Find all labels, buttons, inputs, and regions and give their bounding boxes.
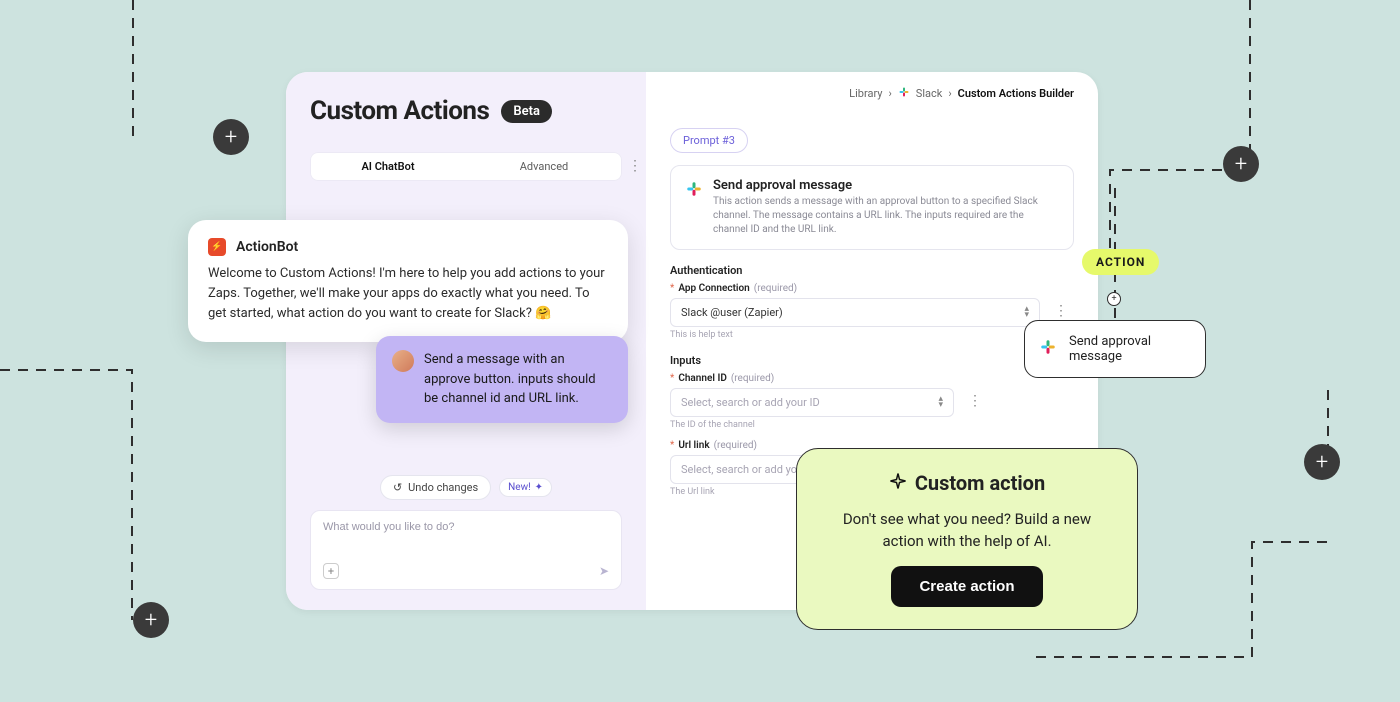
composer: + ➤ (310, 510, 622, 590)
breadcrumb: Library › Slack › Custom Actions Builder (849, 86, 1074, 101)
channel-id-select[interactable]: Select, search or add your ID ▴▾ (670, 388, 954, 417)
prompt-chip[interactable]: Prompt #3 (670, 128, 748, 153)
action-pill: ACTION (1082, 249, 1159, 275)
action-card: Send approval message This action sends … (670, 165, 1074, 250)
plus-dot-icon: + (1223, 146, 1259, 182)
undo-icon: ↺ (393, 481, 402, 494)
user-message-bubble: Send a message with an approve button. i… (376, 336, 628, 423)
action-title: Send approval message (713, 178, 1059, 193)
new-label: New! (508, 482, 531, 493)
channel-id-help: The ID of the channel (670, 420, 1074, 430)
bot-message-text: Welcome to Custom Actions! I'm here to h… (208, 264, 608, 324)
user-message-text: Send a message with an approve button. i… (424, 350, 612, 409)
undo-changes-button[interactable]: ↺ Undo changes (380, 475, 491, 500)
tab-advanced[interactable]: Advanced (466, 152, 622, 181)
required-asterisk: * (670, 373, 674, 384)
tab-ai-chatbot[interactable]: AI ChatBot (310, 152, 466, 181)
new-chip[interactable]: New! ✦ (499, 478, 552, 497)
crumb-library[interactable]: Library (849, 87, 882, 100)
flow-node-label: Send approval message (1069, 334, 1191, 364)
tabbar-more-icon[interactable]: ⋮ (628, 158, 642, 174)
url-link-label: Url link (678, 440, 709, 451)
crumb-builder: Custom Actions Builder (958, 87, 1074, 100)
bot-message-bubble: ⚡ ActionBot Welcome to Custom Actions! I… (188, 220, 628, 342)
bot-name: ActionBot (236, 239, 298, 255)
app-connection-value: Slack @user (Zapier) (681, 306, 783, 319)
composer-add-button[interactable]: + (323, 563, 339, 579)
flow-node[interactable]: Send approval message (1024, 320, 1206, 378)
required-tag: (required) (754, 283, 797, 294)
channel-id-placeholder: Select, search or add your ID (681, 396, 820, 409)
sparkle-icon (889, 471, 907, 495)
authentication-heading: Authentication (670, 264, 1074, 277)
custom-action-promo: Custom action Don't see what you need? B… (796, 448, 1138, 630)
inputs-heading: Inputs (670, 354, 1074, 367)
app-connection-select[interactable]: Slack @user (Zapier) ▴▾ (670, 298, 1040, 327)
promo-description: Don't see what you need? Build a new act… (821, 509, 1113, 553)
sparkle-icon: ✦ (535, 482, 543, 493)
plus-dot-icon: + (133, 602, 169, 638)
chevron-updown-icon: ▴▾ (1024, 307, 1029, 318)
channel-id-label: Channel ID (678, 373, 727, 384)
required-asterisk: * (670, 440, 674, 451)
user-avatar (392, 350, 414, 372)
app-connection-label: App Connection (678, 283, 749, 294)
plus-dot-icon: + (213, 119, 249, 155)
required-tag: (required) (714, 440, 757, 451)
plus-dot-icon: + (1304, 444, 1340, 480)
slack-icon (1039, 338, 1057, 360)
app-connection-help: This is help text (670, 330, 1074, 340)
actionbot-icon: ⚡ (208, 238, 226, 256)
flow-add-icon[interactable]: + (1107, 292, 1121, 306)
promo-title: Custom action (915, 471, 1045, 495)
composer-send-button[interactable]: ➤ (599, 564, 609, 578)
composer-input[interactable] (323, 521, 609, 533)
required-tag: (required) (731, 373, 774, 384)
beta-badge: Beta (501, 100, 552, 123)
slack-icon (685, 180, 703, 198)
channel-id-more-button[interactable]: ⋮ (962, 388, 988, 414)
tabbar: AI ChatBot Advanced ⋮ (310, 152, 622, 181)
slack-mini-icon (898, 86, 910, 101)
undo-label: Undo changes (408, 481, 478, 494)
chevron-updown-icon: ▴▾ (938, 397, 943, 408)
page-title: Custom Actions (310, 96, 489, 126)
crumb-slack[interactable]: Slack (916, 87, 943, 100)
action-description: This action sends a message with an appr… (713, 195, 1059, 237)
required-asterisk: * (670, 283, 674, 294)
create-action-button[interactable]: Create action (891, 566, 1042, 607)
